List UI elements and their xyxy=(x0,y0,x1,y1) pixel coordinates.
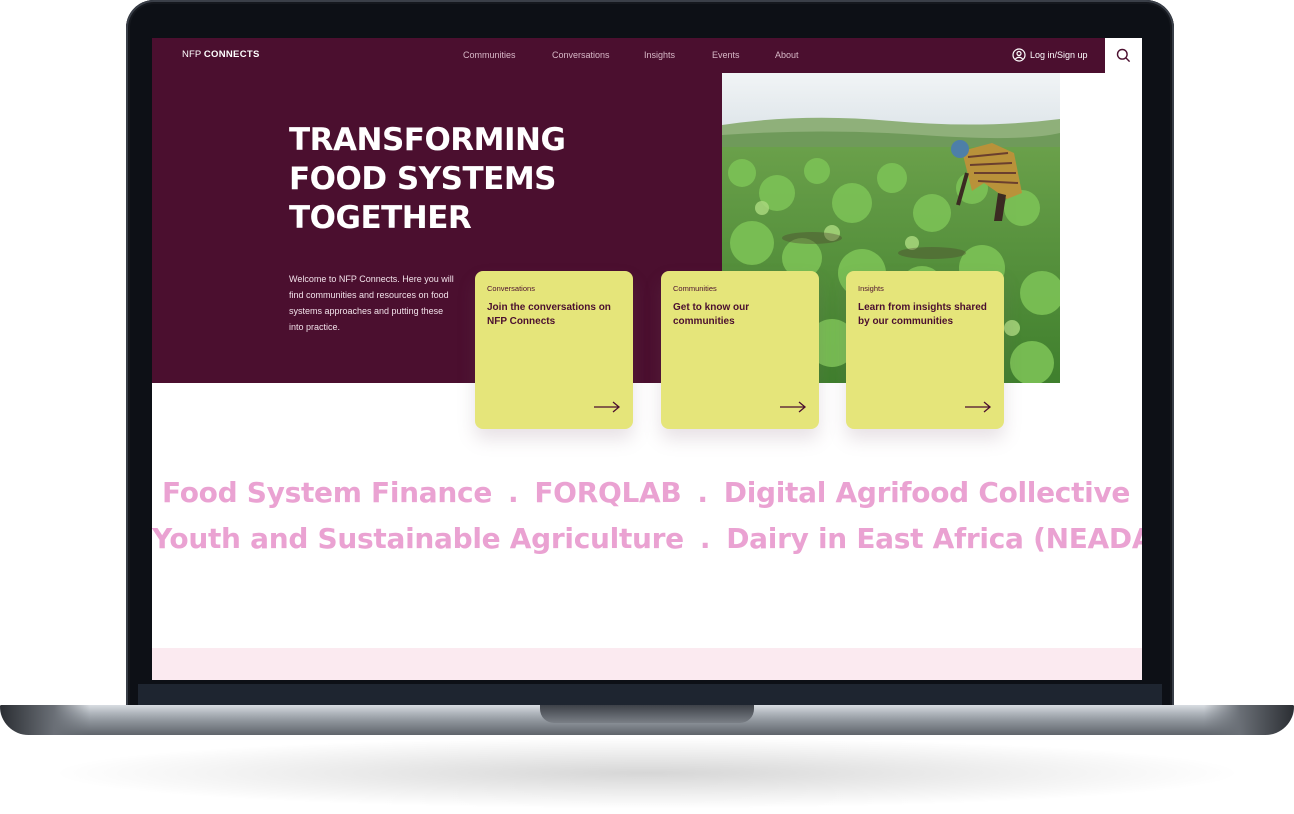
logo-prefix: NFP xyxy=(182,49,202,60)
communities-marquee-row-1: Food System Finance. FORQLAB. Digital Agri… xyxy=(162,476,1142,509)
marquee-item[interactable]: Youth and Sustainable Agriculture xyxy=(152,522,684,555)
card-communities[interactable]: Communities Get to know our communities xyxy=(661,271,819,429)
card-conversations[interactable]: Conversations Join the conversations on … xyxy=(475,271,633,429)
marquee-separator: . xyxy=(508,476,519,509)
hero-intro-text: Welcome to NFP Connects. Here you will f… xyxy=(289,274,454,332)
card-title: Learn from insights shared by our commun… xyxy=(858,302,987,327)
nav-link-insights[interactable]: Insights xyxy=(644,50,675,60)
hero-title-line-1: TRANSFORMING xyxy=(289,122,566,158)
search-icon xyxy=(1116,48,1131,63)
card-kicker: Conversations xyxy=(487,284,535,293)
card-title: Join the conversations on NFP Connects xyxy=(487,302,611,327)
nav-link-conversations[interactable]: Conversations xyxy=(552,50,610,60)
top-nav: NFP CONNECTS Communities Conversations I… xyxy=(152,38,1142,73)
card-kicker: Insights xyxy=(858,284,884,293)
card-insights[interactable]: Insights Learn from insights shared by o… xyxy=(846,271,1004,429)
website-screen: NFP CONNECTS Communities Conversations I… xyxy=(152,38,1142,680)
laptop-shadow xyxy=(60,738,1234,808)
site-logo[interactable]: NFP CONNECTS xyxy=(182,49,260,60)
search-button[interactable] xyxy=(1105,38,1142,73)
communities-marquee-row-2: Youth and Sustainable Agriculture. Dairy … xyxy=(152,522,1142,555)
next-section-band xyxy=(152,648,1142,680)
card-kicker: Communities xyxy=(673,284,717,293)
arrow-right-icon xyxy=(965,401,992,413)
hero-title-line-2: FOOD SYSTEMS xyxy=(289,161,557,197)
arrow-right-icon xyxy=(780,401,807,413)
nav-link-events[interactable]: Events xyxy=(712,50,740,60)
nav-link-about[interactable]: About xyxy=(775,50,799,60)
marquee-separator: . xyxy=(697,476,708,509)
hero-title: TRANSFORMING FOOD SYSTEMS TOGETHER xyxy=(289,121,566,238)
login-label: Log in/Sign up xyxy=(1030,50,1088,60)
card-title: Get to know our communities xyxy=(673,302,750,327)
marquee-item[interactable]: Digital Agrifood Collective xyxy=(724,476,1131,509)
user-circle-icon xyxy=(1012,48,1026,62)
nav-link-communities[interactable]: Communities xyxy=(463,50,516,60)
login-signup-link[interactable]: Log in/Sign up xyxy=(1012,48,1088,62)
marquee-item[interactable]: Food System Finance xyxy=(162,476,492,509)
marquee-item[interactable]: Dairy in East Africa (NEADAP) xyxy=(726,522,1142,555)
marquee-item[interactable]: FORQLAB xyxy=(534,476,681,509)
logo-name: CONNECTS xyxy=(203,49,260,60)
hero-title-line-3: TOGETHER xyxy=(289,200,472,236)
laptop-notch xyxy=(540,705,754,723)
marquee-separator: . xyxy=(699,522,711,555)
arrow-right-icon xyxy=(594,401,621,413)
